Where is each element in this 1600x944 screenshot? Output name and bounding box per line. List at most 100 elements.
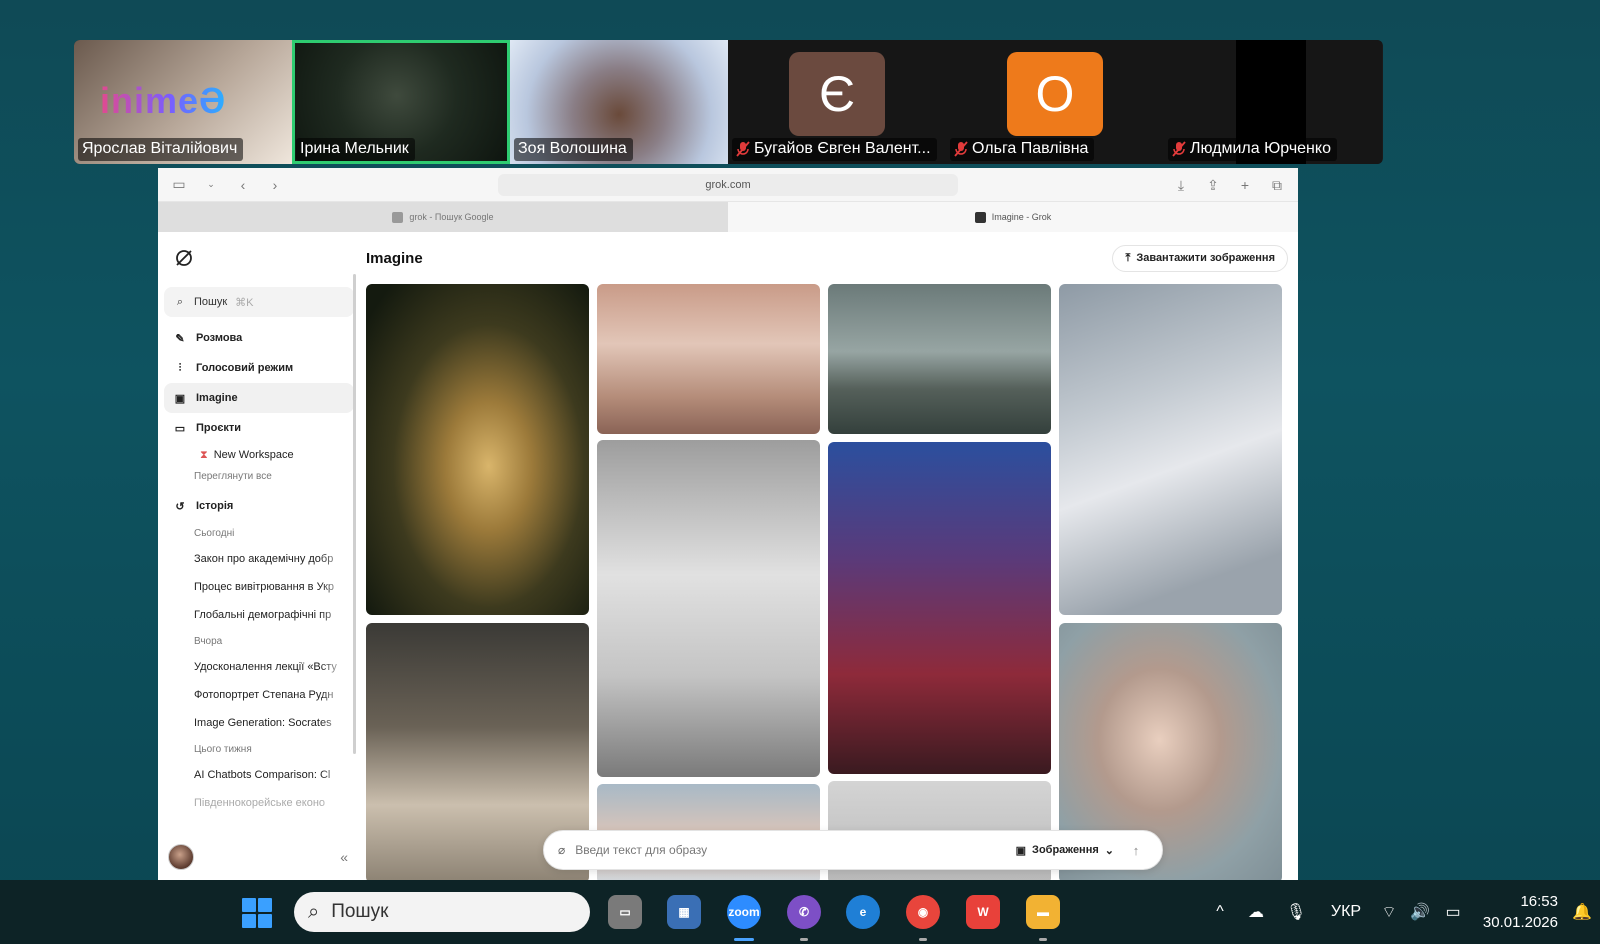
back-icon[interactable]: ‹ (234, 176, 252, 194)
sidebar-scrollbar[interactable] (353, 274, 356, 754)
forward-icon[interactable]: › (266, 176, 284, 194)
sidebar-item-history[interactable]: ↺ Історія (164, 491, 354, 521)
sidebar-toggle-icon[interactable]: ▭ (170, 176, 188, 194)
participant-avatar: О (1007, 52, 1103, 136)
gallery-image-skaters[interactable] (597, 440, 820, 777)
notification-bell-icon[interactable]: 🔔 (1564, 902, 1600, 922)
participant-avatar: Є (789, 52, 885, 136)
wps-office-icon[interactable]: W (966, 895, 1000, 929)
mode-select[interactable]: ▣ Зображення ⌄ (1016, 844, 1114, 857)
participant-name: Зоя Волошина (514, 138, 633, 161)
participant-tile[interactable]: О Ольга Павлівна (946, 40, 1164, 164)
gallery-image-portrait-street[interactable] (828, 442, 1051, 774)
browser-window: ▭ ⌄ ‹ › grok.com ⤓ ⇪ + ⧉ grok - Пошук Go… (158, 168, 1298, 880)
participant-tile[interactable]: Людмила Юрченко (1164, 40, 1382, 164)
google-favicon-icon (392, 211, 404, 223)
battery-icon[interactable]: ▭ (1436, 902, 1470, 922)
collapse-sidebar-icon[interactable]: « (340, 849, 348, 865)
main-header: Imagine ⤒ Завантажити зображення (366, 242, 1288, 274)
microphone-icon[interactable]: 🎙 (1274, 902, 1318, 922)
explorer-running-indicator (1039, 938, 1047, 941)
clock[interactable]: 16:53 30.01.2026 (1470, 891, 1564, 933)
project-item-new-workspace[interactable]: ⧗ New Workspace (164, 443, 354, 467)
history-item[interactable]: Удосконалення лекції «Всту (164, 653, 348, 681)
file-explorer-icon[interactable]: ▬ (1026, 895, 1060, 929)
chevron-up-icon[interactable]: ^ (1202, 903, 1238, 921)
gallery-image-glass-cello[interactable] (1059, 284, 1282, 615)
chevron-down-icon: ⌄ (1104, 844, 1114, 857)
page-title: Imagine (366, 249, 423, 267)
image-icon: ▣ (174, 392, 186, 405)
windows-start-icon[interactable] (242, 898, 272, 928)
edit-icon: ✎ (175, 332, 185, 345)
zoom-participant-strip: inimeƏ Ярослав Віталійович Ірина Мельник… (74, 40, 1383, 164)
address-bar[interactable]: grok.com (498, 174, 958, 196)
tabs-overview-icon[interactable]: ⧉ (1268, 176, 1286, 194)
gallery-image-room[interactable] (597, 284, 820, 434)
grok-logo-icon[interactable] (174, 248, 194, 268)
history-item[interactable]: Фотопортрет Степана Рудн (164, 681, 348, 709)
sidebar-item-conversation[interactable]: ✎ Розмова (164, 323, 354, 353)
imagine-main: Imagine ⤒ Завантажити зображення ⌀ Введи… (360, 232, 1298, 880)
url-text: grok.com (705, 179, 751, 191)
participant-name: Ярослав Віталійович (78, 138, 244, 161)
sidebar-footer: « (168, 844, 348, 870)
prompt-input[interactable] (575, 843, 1006, 857)
download-icon[interactable]: ⤓ (1172, 176, 1190, 194)
grok-favicon-icon (974, 211, 986, 223)
sidebar: ⌕ Пошук ⌘K ✎ Розмова ⫶ Голосовий режим ▣ Im… (158, 232, 360, 880)
sidebar-item-voice[interactable]: ⫶ Голосовий режим (164, 353, 354, 383)
cloud-off-icon[interactable]: ☁ (1238, 902, 1274, 922)
taskbar-search[interactable]: ⌕ Пошук (294, 892, 590, 932)
attach-icon[interactable]: ⌀ (558, 843, 565, 857)
sidebar-search[interactable]: ⌕ Пошук ⌘K (164, 287, 354, 317)
tab-google-search[interactable]: grok - Пошук Google (158, 202, 728, 232)
sidebar-item-imagine[interactable]: ▣ Imagine (164, 383, 354, 413)
participant-tile[interactable]: inimeƏ Ярослав Віталійович (74, 40, 292, 164)
gallery-image-flower-head[interactable] (828, 284, 1051, 434)
calculator-icon[interactable]: ▦ (667, 895, 701, 929)
history-item[interactable]: Південнокорейське еконо (164, 789, 348, 817)
history-group-label: Цього тижня (194, 743, 252, 755)
participant-tile-active-speaker[interactable]: Ірина Мельник (292, 40, 510, 164)
clock-time: 16:53 (1520, 893, 1558, 910)
chrome-running-indicator (919, 938, 927, 941)
viber-running-indicator (800, 938, 808, 941)
history-item[interactable]: Процес вивітрювання в Укр (164, 573, 348, 601)
volume-icon[interactable]: 🔊 (1404, 902, 1436, 922)
task-view-icon[interactable]: ▭ (608, 895, 642, 929)
upload-image-button[interactable]: ⤒ Завантажити зображення (1112, 244, 1288, 272)
history-group-label: Сьогодні (194, 527, 235, 539)
avatar[interactable] (168, 844, 194, 870)
tab-imagine-grok[interactable]: Imagine - Grok (728, 202, 1298, 232)
participant-tile[interactable]: Зоя Волошина (510, 40, 728, 164)
windows-taskbar: ⌕ Пошук ▭ ▦ zoom ✆ e ◉ W ▬ ^ ☁ 🎙 УКР ⌔ 🔊… (0, 880, 1600, 944)
history-item[interactable]: Image Generation: Socrates (164, 709, 348, 737)
participant-name: Бугайов Євген Валент... (732, 138, 937, 161)
waveform-icon: ⫶ (178, 361, 182, 374)
history-item[interactable]: AI Chatbots Comparison: Cl (164, 761, 348, 789)
grok-app: ⌕ Пошук ⌘K ✎ Розмова ⫶ Голосовий режим ▣ Im… (158, 232, 1298, 880)
viber-icon[interactable]: ✆ (787, 895, 821, 929)
history-item[interactable]: Глобальні демографічні пр (164, 601, 348, 629)
clock-date: 30.01.2026 (1482, 914, 1558, 931)
participant-tile[interactable]: Є Бугайов Євген Валент... (728, 40, 946, 164)
arrow-up-icon: ↑ (1132, 842, 1140, 858)
sidebar-item-projects[interactable]: ▭ Проєкти (164, 413, 354, 443)
edge-icon[interactable]: e (846, 895, 880, 929)
gemini-overlay-text: inimeƏ (100, 80, 227, 121)
chrome-icon[interactable]: ◉ (906, 895, 940, 929)
system-tray: ^ ☁ 🎙 УКР ⌔ 🔊 ▭ 16:53 30.01.2026 🔔 (1202, 880, 1600, 944)
chevron-down-icon[interactable]: ⌄ (202, 176, 220, 194)
gallery-image-elf[interactable] (366, 284, 589, 615)
participant-name: Людмила Юрченко (1168, 138, 1337, 161)
share-icon[interactable]: ⇪ (1204, 176, 1222, 194)
history-item[interactable]: Закон про академічну добр (164, 545, 348, 573)
send-button[interactable]: ↑ (1124, 838, 1148, 862)
language-indicator[interactable]: УКР (1318, 903, 1374, 921)
zoom-active-indicator (734, 938, 754, 941)
new-tab-icon[interactable]: + (1236, 176, 1254, 194)
zoom-app-icon[interactable]: zoom (727, 895, 761, 929)
wifi-icon[interactable]: ⌔ (1374, 902, 1404, 922)
view-all-projects-link[interactable]: Переглянути все (164, 467, 354, 485)
